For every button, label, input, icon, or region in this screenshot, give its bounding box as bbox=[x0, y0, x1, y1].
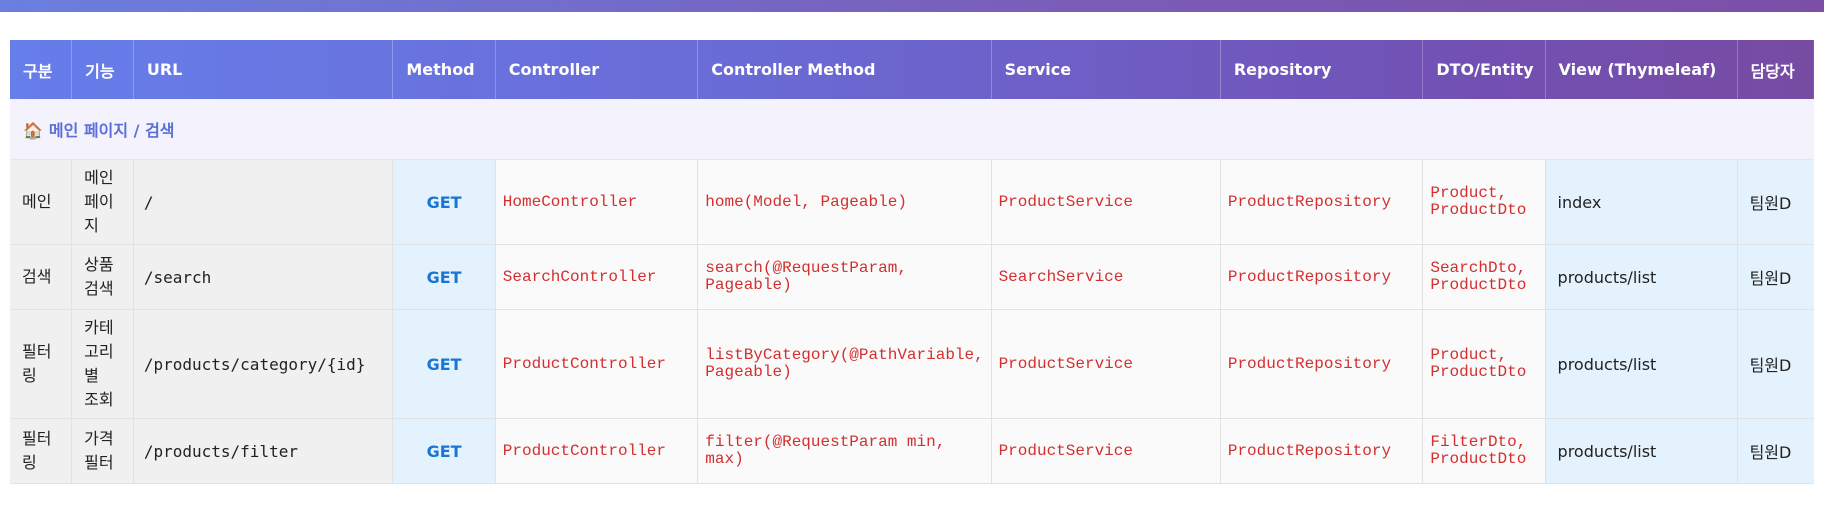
header-dto-entity: DTO/Entity bbox=[1422, 40, 1546, 99]
header-category: 구분 bbox=[10, 40, 73, 99]
table-row: 메인 메인 페이 지 / GET HomeController home(Model, P… bbox=[10, 159, 1814, 245]
house-icon: 🏠 bbox=[23, 121, 43, 140]
controller-cell: HomeController bbox=[495, 159, 699, 245]
table-row: 필터 링 카테 고리 별 조회/products/category/{id} GET… bbox=[10, 309, 1814, 419]
header-url: URL bbox=[133, 40, 394, 99]
controller-cell: ProductController bbox=[495, 418, 699, 484]
repository-cell: ProductRepository bbox=[1220, 244, 1424, 310]
header-controller-method: Controller Method bbox=[697, 40, 992, 99]
method-cell: GET bbox=[392, 418, 496, 484]
feature-cell: 카테 고리 별 조회 bbox=[71, 309, 134, 419]
url-cell: /search bbox=[133, 244, 394, 310]
controller-method-cell: search(@RequestParam, Pageable) bbox=[697, 244, 992, 310]
section-row: 🏠 메인 페이지 / 검색 bbox=[10, 99, 1814, 160]
dto-entity-cell: Product, ProductDto bbox=[1422, 159, 1546, 245]
dto-entity-cell: FilterDto, ProductDto bbox=[1422, 418, 1546, 484]
header-view: View (Thymeleaf) bbox=[1545, 40, 1738, 99]
service-cell: SearchService bbox=[991, 244, 1221, 310]
view-cell: products/list bbox=[1545, 309, 1738, 419]
view-cell: index bbox=[1545, 159, 1738, 245]
repository-cell: ProductRepository bbox=[1220, 159, 1424, 245]
table-body: 🏠 메인 페이지 / 검색 메인 메인 페이 지 / GET HomeController… bbox=[10, 99, 1814, 484]
controller-method-cell: home(Model, Pageable) bbox=[697, 159, 992, 245]
section-title: 🏠 메인 페이지 / 검색 bbox=[10, 99, 1814, 160]
header-row: 구분 기능 URL Method Controller Controller M… bbox=[10, 40, 1814, 99]
service-cell: ProductService bbox=[991, 159, 1221, 245]
owner-cell: 팀원D bbox=[1737, 309, 1814, 419]
controller-method-cell: listByCategory(@PathVariable, Pageable) bbox=[697, 309, 992, 419]
repository-cell: ProductRepository bbox=[1220, 309, 1424, 419]
view-cell: products/list bbox=[1545, 244, 1738, 310]
category-cell: 필터 링 bbox=[10, 418, 73, 484]
controller-cell: ProductController bbox=[495, 309, 699, 419]
owner-cell: 팀원D bbox=[1737, 159, 1814, 245]
category-cell: 검색 bbox=[10, 244, 73, 310]
service-cell: ProductService bbox=[991, 309, 1221, 419]
repository-cell: ProductRepository bbox=[1220, 418, 1424, 484]
controller-method-cell: filter(@RequestParam min, max) bbox=[697, 418, 992, 484]
feature-cell: 메인 페이 지 bbox=[71, 159, 134, 245]
header-feature: 기능 bbox=[71, 40, 134, 99]
table-header: 구분 기능 URL Method Controller Controller M… bbox=[10, 40, 1814, 99]
method-cell: GET bbox=[392, 309, 496, 419]
dto-entity-cell: Product, ProductDto bbox=[1422, 309, 1546, 419]
category-cell: 필터 링 bbox=[10, 309, 73, 419]
owner-cell: 팀원D bbox=[1737, 244, 1814, 310]
controller-cell: SearchController bbox=[495, 244, 699, 310]
header-method: Method bbox=[392, 40, 496, 99]
table-row: 필터 링 가격 필터/products/filter GET ProductContr… bbox=[10, 418, 1814, 484]
feature-cell: 상품 검색 bbox=[71, 244, 134, 310]
header-owner: 담당자 bbox=[1750, 61, 1795, 81]
api-mapping-table: 구분 기능 URL Method Controller Controller M… bbox=[10, 40, 1814, 484]
table-wrapper: 구분 기능 URL Method Controller Controller M… bbox=[0, 12, 1824, 484]
header-repository: Repository bbox=[1220, 40, 1424, 99]
owner-cell: 팀원D bbox=[1737, 418, 1814, 484]
feature-cell: 가격 필터 bbox=[71, 418, 134, 484]
url-cell: /products/category/{id} bbox=[133, 309, 394, 419]
service-cell: ProductService bbox=[991, 418, 1221, 484]
method-cell: GET bbox=[392, 244, 496, 310]
category-cell: 메인 bbox=[10, 159, 73, 245]
method-cell: GET bbox=[392, 159, 496, 245]
table-row: 검색 상품 검색/search GET SearchController search(… bbox=[10, 244, 1814, 310]
header-service: Service bbox=[991, 40, 1221, 99]
view-cell: products/list bbox=[1545, 418, 1738, 484]
section-label: 메인 페이지 / 검색 bbox=[48, 121, 175, 140]
url-cell: / bbox=[133, 159, 394, 245]
dto-entity-cell: SearchDto, ProductDto bbox=[1422, 244, 1546, 310]
header-controller: Controller bbox=[495, 40, 699, 99]
top-gradient-bar bbox=[0, 0, 1824, 12]
url-cell: /products/filter bbox=[133, 418, 394, 484]
